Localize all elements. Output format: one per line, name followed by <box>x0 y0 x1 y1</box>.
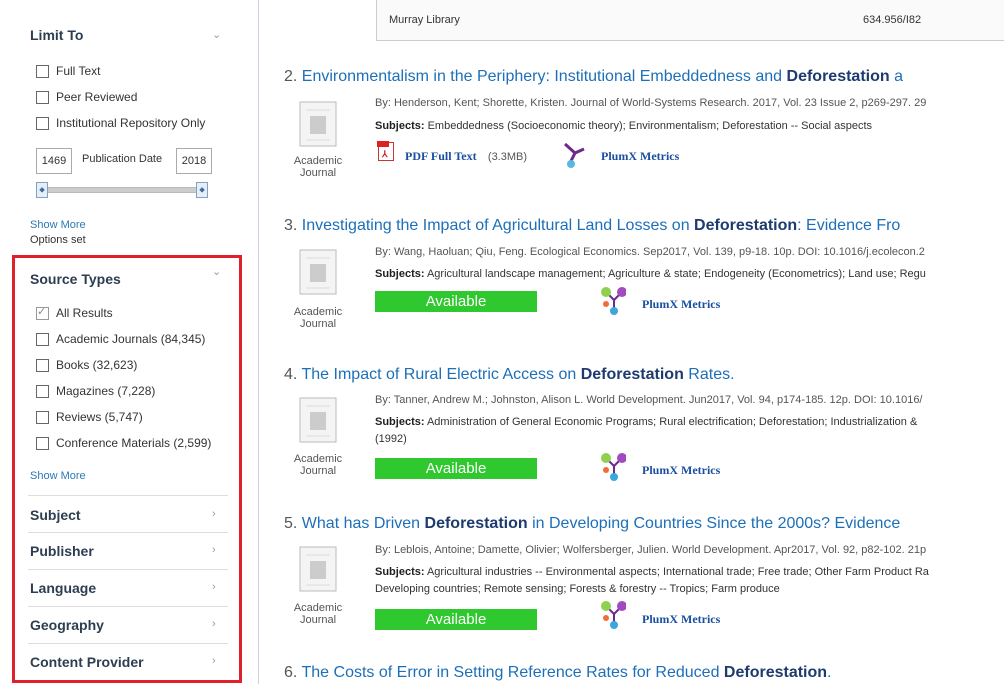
sidebar: Limit To ⌄ Full Text Peer Reviewed Insti… <box>0 0 248 684</box>
result-byline: By: Henderson, Kent; Shorette, Kristen. … <box>375 97 927 109</box>
institutional-repository-checkbox[interactable] <box>36 117 49 130</box>
full-text-label[interactable]: Full Text <box>56 64 100 78</box>
pdf-size: (3.3MB) <box>487 151 528 163</box>
plumx-icon[interactable] <box>600 286 626 316</box>
available-button[interactable]: Available <box>375 291 537 312</box>
options-set-text: Options set <box>30 234 86 246</box>
result-title-text[interactable]: Environmentalism in the Periphery: Insti… <box>302 68 787 85</box>
result-subjects: Subjects: Agricultural landscape managem… <box>375 268 926 280</box>
available-button[interactable]: Available <box>375 609 537 630</box>
date-slider[interactable]: ⬥ ⬥ <box>36 182 210 198</box>
result-title-keyword[interactable]: Deforestation <box>581 366 684 383</box>
result-title-text[interactable]: What has Driven <box>302 515 425 532</box>
subjects-prefix: Subjects: <box>375 566 425 578</box>
call-number: 634.956/I82 <box>863 14 922 26</box>
result-subjects: Subjects: Administration of General Econ… <box>375 416 917 428</box>
pdf-icon[interactable]: ⅄ <box>377 141 394 161</box>
chevron-down-icon[interactable]: ⌄ <box>212 28 221 41</box>
result-title[interactable]: 4. The Impact of Rural Electric Access o… <box>284 366 735 384</box>
plumx-icon[interactable] <box>560 139 586 169</box>
available-button[interactable]: Available <box>375 458 537 479</box>
plumx-icon[interactable] <box>600 452 626 482</box>
result-title[interactable]: 3. Investigating the Impact of Agricultu… <box>284 217 900 235</box>
result-subjects: Subjects: Agricultural industries -- Env… <box>375 566 929 578</box>
subjects-prefix: Subjects: <box>375 268 425 280</box>
pdf-full-text-link[interactable]: PDF Full Text (3.3MB) <box>405 149 527 164</box>
result-subjects-continued: (1992) <box>375 433 407 445</box>
result-title-keyword[interactable]: Deforestation <box>787 68 890 85</box>
document-icon <box>299 101 337 147</box>
slider-track <box>42 187 206 193</box>
slider-handle-right[interactable]: ⬥ <box>196 182 208 198</box>
result-title[interactable]: 5. What has Driven Deforestation in Deve… <box>284 515 900 533</box>
slider-handle-left[interactable]: ⬥ <box>36 182 48 198</box>
result-title-text-end[interactable]: Rates. <box>684 366 734 383</box>
sidebar-border <box>258 0 259 684</box>
result-title-text-end[interactable]: in Developing Countries Since the 2000s?… <box>528 515 900 532</box>
result-title-keyword[interactable]: Deforestation <box>694 217 797 234</box>
document-icon <box>299 546 337 592</box>
plumx-metrics-link[interactable]: PlumX Metrics <box>642 612 720 627</box>
result-title[interactable]: 2. Environmentalism in the Periphery: In… <box>284 68 903 86</box>
date-to-input[interactable]: 2018 <box>176 148 212 174</box>
subjects-text: Administration of General Economic Progr… <box>426 416 918 428</box>
result-byline: By: Wang, Haoluan; Qiu, Feng. Ecological… <box>375 246 925 258</box>
result-title-text-end[interactable]: : Evidence Fro <box>797 217 900 234</box>
subjects-text: Agricultural industries -- Environmental… <box>426 566 929 578</box>
publication-type-label: Academic Journal <box>293 453 343 477</box>
publication-date-label: Publication Date <box>82 153 163 165</box>
full-text-checkbox[interactable] <box>36 65 49 78</box>
subjects-text: Agricultural landscape management; Agric… <box>426 268 926 280</box>
result-title-keyword[interactable]: Deforestation <box>425 515 528 532</box>
peer-reviewed-checkbox[interactable] <box>36 91 49 104</box>
result-subjects-continued: Developing countries; Remote sensing; Fo… <box>375 583 780 595</box>
result-number: 3. <box>284 217 298 234</box>
result-byline: By: Leblois, Antoine; Damette, Olivier; … <box>375 544 927 556</box>
holdings-table: Murray Library 634.956/I82 <box>376 0 1004 41</box>
subjects-text: Embeddedness (Socioeconomic theory); Env… <box>427 120 873 132</box>
publication-type-label: Academic Journal <box>293 602 343 626</box>
limit-show-more-link[interactable]: Show More <box>30 219 86 231</box>
result-byline: By: Tanner, Andrew M.; Johnston, Alison … <box>375 394 923 406</box>
result-title-text[interactable]: The Costs of Error in Setting Reference … <box>302 664 724 681</box>
result-title-text-end[interactable]: a <box>890 68 903 85</box>
document-icon <box>299 397 337 443</box>
pdf-link-text[interactable]: PDF Full Text <box>405 149 477 163</box>
result-title[interactable]: 6. The Costs of Error in Setting Referen… <box>284 664 832 682</box>
library-name: Murray Library <box>389 14 460 26</box>
result-number: 4. <box>284 366 298 383</box>
result-title-keyword[interactable]: Deforestation <box>724 664 827 681</box>
document-icon <box>299 249 337 295</box>
plumx-icon[interactable] <box>600 600 626 630</box>
date-from-input[interactable]: 1469 <box>36 148 72 174</box>
subjects-prefix: Subjects: <box>375 120 425 132</box>
plumx-metrics-link[interactable]: PlumX Metrics <box>601 149 679 164</box>
subjects-prefix: Subjects: <box>375 416 425 428</box>
plumx-metrics-link[interactable]: PlumX Metrics <box>642 463 720 478</box>
result-title-text-end[interactable]: . <box>827 664 831 681</box>
publication-type-label: Academic Journal <box>293 306 343 330</box>
result-subjects: Subjects: Embeddedness (Socioeconomic th… <box>375 120 872 132</box>
limit-to-heading[interactable]: Limit To <box>30 27 83 43</box>
result-title-text[interactable]: Investigating the Impact of Agricultural… <box>302 217 694 234</box>
plumx-metrics-link[interactable]: PlumX Metrics <box>642 297 720 312</box>
result-title-text[interactable]: The Impact of Rural Electric Access on <box>302 366 581 383</box>
peer-reviewed-label[interactable]: Peer Reviewed <box>56 90 137 104</box>
result-number: 6. <box>284 664 298 681</box>
publication-type-label: Academic Journal <box>293 155 343 179</box>
result-number: 5. <box>284 515 298 532</box>
institutional-repository-label[interactable]: Institutional Repository Only <box>56 116 205 130</box>
highlight-box <box>12 255 242 683</box>
result-number: 2. <box>284 68 298 85</box>
